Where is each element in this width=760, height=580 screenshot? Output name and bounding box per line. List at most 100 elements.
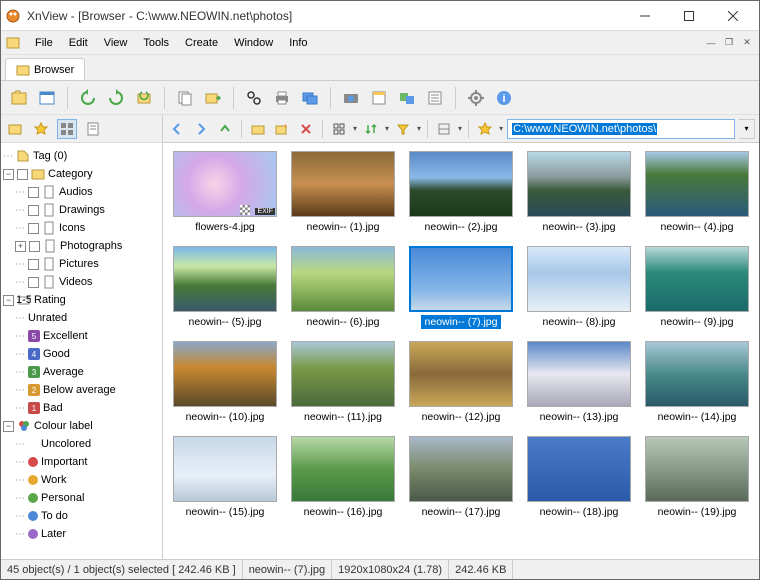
menu-create[interactable]: Create: [177, 34, 226, 52]
sort-button[interactable]: [361, 119, 381, 139]
thumbnail-item[interactable]: neowin-- (15).jpg: [171, 436, 279, 519]
refresh-button[interactable]: [132, 86, 156, 110]
tree-colour-to-do[interactable]: ⋯To do: [3, 507, 160, 525]
menu-info[interactable]: Info: [281, 34, 315, 52]
delete-button[interactable]: [296, 119, 316, 139]
new-folder-button[interactable]: [272, 119, 292, 139]
mdi-minimize-button[interactable]: ―: [703, 36, 719, 50]
thumbnail-item[interactable]: neowin-- (7).jpg: [407, 246, 515, 329]
minimize-button[interactable]: [623, 2, 667, 30]
copy-button[interactable]: [173, 86, 197, 110]
thumbnail-item[interactable]: neowin-- (2).jpg: [407, 151, 515, 234]
tree-cat-pictures[interactable]: ⋯Pictures: [3, 255, 160, 273]
tree-colour-uncolored[interactable]: ⋯Uncolored: [3, 435, 160, 453]
address-bar[interactable]: C:\www.NEOWIN.net\photos\: [507, 119, 735, 139]
thumbnail-item[interactable]: neowin-- (9).jpg: [643, 246, 751, 329]
thumbnail-item[interactable]: neowin-- (1).jpg: [289, 151, 397, 234]
thumbnail-item[interactable]: neowin-- (3).jpg: [525, 151, 633, 234]
checkbox-icon[interactable]: [28, 223, 39, 234]
about-button[interactable]: i: [492, 86, 516, 110]
info-button[interactable]: [83, 119, 103, 139]
favorites-button[interactable]: [31, 119, 51, 139]
tree-toggle-icon[interactable]: −: [3, 421, 14, 432]
thumbnail-item[interactable]: neowin-- (16).jpg: [289, 436, 397, 519]
fullscreen-button[interactable]: [35, 86, 59, 110]
tree-toggle-icon[interactable]: +: [15, 241, 26, 252]
favorite-add-button[interactable]: [475, 119, 495, 139]
open-button[interactable]: [7, 86, 31, 110]
checkbox-icon[interactable]: [29, 241, 40, 252]
tree-tag[interactable]: ⋯Tag (0): [3, 147, 160, 165]
tree-rating-good[interactable]: ⋯4Good: [3, 345, 160, 363]
thumbnail-item[interactable]: neowin-- (6).jpg: [289, 246, 397, 329]
thumbnail-item[interactable]: EXIFflowers-4.jpg: [171, 151, 279, 234]
tree-cat-icons[interactable]: ⋯Icons: [3, 219, 160, 237]
tree-folder-button[interactable]: [5, 119, 25, 139]
thumbnail-item[interactable]: neowin-- (8).jpg: [525, 246, 633, 329]
move-button[interactable]: [201, 86, 225, 110]
thumbnail-pane[interactable]: EXIFflowers-4.jpgneowin-- (1).jpgneowin-…: [163, 143, 759, 559]
tree-toggle-icon[interactable]: −: [3, 295, 14, 306]
tab-browser[interactable]: Browser: [5, 58, 85, 80]
back-button[interactable]: [167, 119, 187, 139]
tree-rating-below-average[interactable]: ⋯2Below average: [3, 381, 160, 399]
thumbnail-item[interactable]: neowin-- (19).jpg: [643, 436, 751, 519]
menu-edit[interactable]: Edit: [61, 34, 96, 52]
list-button[interactable]: [423, 86, 447, 110]
tree-colour-important[interactable]: ⋯Important: [3, 453, 160, 471]
tree-rating[interactable]: −1-5Rating: [3, 291, 160, 309]
thumbnail-item[interactable]: neowin-- (14).jpg: [643, 341, 751, 424]
menu-view[interactable]: View: [96, 34, 136, 52]
batch-button[interactable]: [395, 86, 419, 110]
layout-button[interactable]: [434, 119, 454, 139]
thumbnail-item[interactable]: neowin-- (10).jpg: [171, 341, 279, 424]
thumbnail-item[interactable]: neowin-- (17).jpg: [407, 436, 515, 519]
up-button[interactable]: [215, 119, 235, 139]
thumbnail-item[interactable]: neowin-- (12).jpg: [407, 341, 515, 424]
filter-button[interactable]: [393, 119, 413, 139]
tree-colour-personal[interactable]: ⋯Personal: [3, 489, 160, 507]
thumbnail-item[interactable]: neowin-- (4).jpg: [643, 151, 751, 234]
rotate-left-button[interactable]: [76, 86, 100, 110]
menu-tools[interactable]: Tools: [135, 34, 177, 52]
thumbnail-item[interactable]: neowin-- (5).jpg: [171, 246, 279, 329]
mdi-icon[interactable]: [5, 35, 21, 51]
tree-colour-work[interactable]: ⋯Work: [3, 471, 160, 489]
tree-rating-excellent[interactable]: ⋯5Excellent: [3, 327, 160, 345]
tree-cat-videos[interactable]: ⋯Videos: [3, 273, 160, 291]
close-button[interactable]: [711, 2, 755, 30]
thumbnail-item[interactable]: neowin-- (13).jpg: [525, 341, 633, 424]
categories-button[interactable]: [57, 119, 77, 139]
tree-cat-audios[interactable]: ⋯Audios: [3, 183, 160, 201]
search-button[interactable]: [242, 86, 266, 110]
checkbox-icon[interactable]: [28, 259, 39, 270]
tree-toggle-icon[interactable]: −: [3, 169, 14, 180]
tree-rating-unrated[interactable]: ⋯Unrated: [3, 309, 160, 327]
forward-button[interactable]: [191, 119, 211, 139]
open-folder-button[interactable]: [248, 119, 268, 139]
thumbnail-item[interactable]: neowin-- (18).jpg: [525, 436, 633, 519]
tree-cat-drawings[interactable]: ⋯Drawings: [3, 201, 160, 219]
thumbnail-item[interactable]: neowin-- (11).jpg: [289, 341, 397, 424]
print-button[interactable]: [270, 86, 294, 110]
tree-cat-photographs[interactable]: +Photographs: [3, 237, 160, 255]
convert-button[interactable]: [367, 86, 391, 110]
tree-colourlabel[interactable]: −Colour label: [3, 417, 160, 435]
menu-window[interactable]: Window: [226, 34, 281, 52]
checkbox-icon[interactable]: [28, 187, 39, 198]
tree-rating-average[interactable]: ⋯3Average: [3, 363, 160, 381]
menu-file[interactable]: File: [27, 34, 61, 52]
address-dropdown[interactable]: ▾: [739, 119, 755, 139]
checkbox-icon[interactable]: [28, 205, 39, 216]
checkbox-icon[interactable]: [17, 169, 28, 180]
mdi-close-button[interactable]: ✕: [739, 36, 755, 50]
settings-button[interactable]: [464, 86, 488, 110]
tree-category[interactable]: −Category: [3, 165, 160, 183]
view-mode-button[interactable]: [329, 119, 349, 139]
capture-button[interactable]: [339, 86, 363, 110]
checkbox-icon[interactable]: [28, 277, 39, 288]
mdi-restore-button[interactable]: ❐: [721, 36, 737, 50]
tree-colour-later[interactable]: ⋯Later: [3, 525, 160, 543]
rotate-right-button[interactable]: [104, 86, 128, 110]
maximize-button[interactable]: [667, 2, 711, 30]
